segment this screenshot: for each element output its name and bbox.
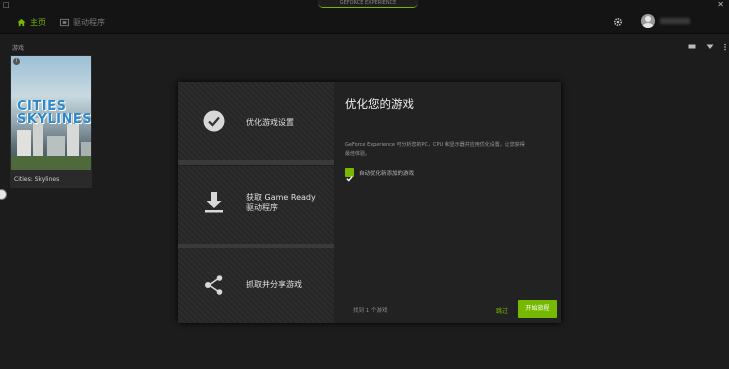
games-section-label: 游戏 [12, 45, 25, 52]
download-icon [205, 192, 223, 213]
scroll-handle[interactable] [0, 189, 7, 200]
nav-home[interactable]: 主页 [17, 16, 46, 28]
top-bar: □ GEFORCE EXPERIENCE ✕ 主页 驱动程序 [0, 0, 729, 34]
dialog-title: 优化您的游戏 [345, 97, 414, 111]
nav-drivers[interactable]: 驱动程序 [60, 16, 105, 28]
game-title: Cities: Skylines [14, 176, 60, 183]
game-cover-image: CITIES SKYLINES i [11, 56, 91, 170]
auto-optimize-label[interactable]: 自动优化新添加的游戏 [359, 169, 414, 177]
more-icon[interactable] [722, 43, 728, 51]
games-found-count: 找到 1 个游戏 [353, 308, 388, 314]
check-circle-icon [203, 110, 225, 132]
step-share-label: 抓取并分享游戏 [246, 280, 302, 289]
nav-home-label: 主页 [30, 17, 46, 27]
close-icon[interactable]: ✕ [717, 0, 724, 9]
share-icon [205, 275, 223, 295]
step-drivers-label: 获取 Game Ready 驱动程序 [246, 193, 316, 213]
start-journey-button[interactable]: 开始旅程 [518, 300, 557, 318]
filter-icon[interactable] [706, 43, 714, 51]
dialog-content: 优化您的游戏 GeForce Experience 可分析您的PC，CPU 和显… [334, 82, 561, 323]
step-drivers: 获取 Game Ready 驱动程序 [178, 166, 334, 244]
step-drivers-label-line1: 获取 Game Ready [246, 193, 316, 202]
step-divider [178, 160, 334, 165]
grid-view-icon[interactable] [688, 43, 696, 51]
step-share: 抓取并分享游戏 [178, 248, 334, 323]
checkmark-icon [346, 175, 353, 182]
avatar[interactable] [641, 14, 655, 28]
home-icon [17, 18, 26, 26]
game-cover-logo: CITIES SKYLINES [17, 99, 91, 127]
game-card-cities-skylines[interactable]: CITIES SKYLINES i Cities: Skylines [10, 55, 92, 188]
nav-drivers-label: 驱动程序 [73, 17, 105, 27]
info-icon[interactable]: i [13, 58, 20, 65]
username-blurred[interactable] [660, 18, 690, 24]
skip-link[interactable]: 跳过 [496, 306, 508, 315]
step-optimize: 优化游戏设置 [178, 82, 334, 160]
gear-icon[interactable] [613, 17, 623, 27]
welcome-dialog: 优化游戏设置 获取 Game Ready 驱动程序 抓取并分享游戏 优化您的游戏… [178, 82, 561, 323]
auto-optimize-checkbox[interactable] [345, 168, 354, 182]
drivers-icon [60, 18, 69, 26]
feature-steps: 优化游戏设置 获取 Game Ready 驱动程序 抓取并分享游戏 [178, 82, 334, 323]
brand-tab: GEFORCE EXPERIENCE [318, 0, 418, 8]
dialog-description: GeForce Experience 可分析您的PC，CPU 和显示器并应用优化… [345, 142, 525, 157]
window-menu-icon[interactable]: □ [3, 1, 10, 9]
step-optimize-label: 优化游戏设置 [246, 118, 294, 127]
step-drivers-label-line2: 驱动程序 [246, 203, 278, 212]
